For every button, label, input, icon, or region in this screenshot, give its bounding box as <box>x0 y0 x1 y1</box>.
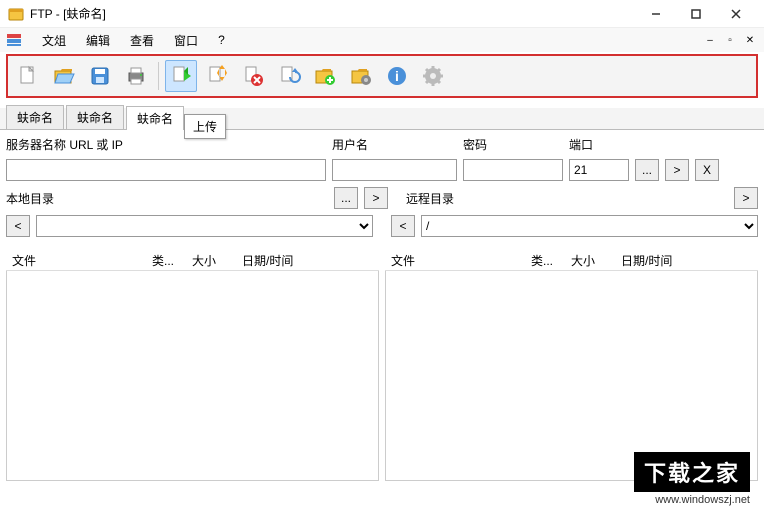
file-lists: 文件 类... 大小 日期/时间 文件 类... 大小 日期/时间 <box>0 249 764 481</box>
toolbar-highlight-box: i <box>6 54 758 98</box>
upload-button[interactable] <box>165 60 197 92</box>
remotedir-label: 远程目录 <box>406 190 728 207</box>
password-label: 密码 <box>463 136 563 153</box>
remote-back-button[interactable]: < <box>391 215 415 237</box>
remotedir-go-button[interactable]: > <box>734 187 758 209</box>
col-date-r[interactable]: 日期/时间 <box>615 252 758 269</box>
col-type-r[interactable]: 类... <box>525 252 565 269</box>
app-icon <box>8 6 24 22</box>
localdir-label: 本地目录 <box>6 190 328 207</box>
save-button[interactable] <box>84 60 116 92</box>
localdir-go-button[interactable]: > <box>364 187 388 209</box>
print-button[interactable] <box>120 60 152 92</box>
remote-pane: 文件 类... 大小 日期/时间 <box>385 249 758 481</box>
browse-button[interactable]: ... <box>635 159 659 181</box>
window-title: FTP - [蚨命名] <box>30 5 636 22</box>
new-folder-button[interactable] <box>309 60 341 92</box>
col-size-r[interactable]: 大小 <box>565 252 615 269</box>
info-button[interactable]: i <box>381 60 413 92</box>
settings-button[interactable] <box>417 60 449 92</box>
col-date[interactable]: 日期/时间 <box>236 252 379 269</box>
close-button[interactable] <box>716 2 756 26</box>
server-input[interactable] <box>6 159 326 181</box>
watermark-url: www.windowszj.net <box>634 494 750 506</box>
remotedir-select[interactable]: / <box>421 215 758 237</box>
folder-settings-button[interactable] <box>345 60 377 92</box>
download-button[interactable] <box>201 60 233 92</box>
col-file[interactable]: 文件 <box>6 252 146 269</box>
new-file-button[interactable] <box>12 60 44 92</box>
port-label: 端口 <box>569 136 619 153</box>
localdir-select[interactable] <box>36 215 373 237</box>
watermark: 下载之家 www.windowszj.net <box>634 452 750 506</box>
disconnect-button[interactable]: X <box>695 159 719 181</box>
menu-icon <box>6 32 22 48</box>
local-list-body[interactable] <box>6 271 379 481</box>
remote-list-body[interactable] <box>385 271 758 481</box>
col-type[interactable]: 类... <box>146 252 186 269</box>
svg-text:i: i <box>395 68 399 84</box>
open-folder-button[interactable] <box>48 60 80 92</box>
watermark-cn: 下载之家 <box>634 452 750 492</box>
mdi-minimize-icon[interactable]: – <box>702 33 718 47</box>
menu-edit[interactable]: 编辑 <box>76 30 120 51</box>
password-input[interactable] <box>463 159 563 181</box>
tab-1[interactable]: 蚨命名 <box>66 105 124 129</box>
local-list-header: 文件 类... 大小 日期/时间 <box>6 249 379 271</box>
localdir-browse-button[interactable]: ... <box>334 187 358 209</box>
menu-bar: 文俎 编辑 查看 窗口 ? – ▫ ✕ <box>0 28 764 52</box>
document-tabs: 蚨命名 蚨命名 蚨命名 <box>0 108 764 130</box>
tab-0[interactable]: 蚨命名 <box>6 105 64 129</box>
server-label: 服务器名称 URL 或 IP <box>6 136 326 153</box>
refresh-button[interactable] <box>273 60 305 92</box>
user-label: 用户名 <box>332 136 457 153</box>
mdi-close-icon[interactable]: ✕ <box>742 33 758 47</box>
local-pane: 文件 类... 大小 日期/时间 <box>6 249 379 481</box>
maximize-button[interactable] <box>676 2 716 26</box>
connection-panel: 服务器名称 URL 或 IP 用户名 密码 端口 ... > X 本地目录 ..… <box>0 130 764 249</box>
menu-window[interactable]: 窗口 <box>164 30 208 51</box>
delete-button[interactable] <box>237 60 269 92</box>
toolbar-separator <box>158 62 159 90</box>
menu-help[interactable]: ? <box>208 31 235 49</box>
tab-2[interactable]: 蚨命名 <box>126 106 184 130</box>
local-back-button[interactable]: < <box>6 215 30 237</box>
menu-view[interactable]: 查看 <box>120 30 164 51</box>
minimize-button[interactable] <box>636 2 676 26</box>
title-bar: FTP - [蚨命名] <box>0 0 764 28</box>
upload-tooltip: 上传 <box>184 114 226 139</box>
col-size[interactable]: 大小 <box>186 252 236 269</box>
connect-button[interactable]: > <box>665 159 689 181</box>
menu-file[interactable]: 文俎 <box>32 30 76 51</box>
col-file-r[interactable]: 文件 <box>385 252 525 269</box>
toolbar: i <box>10 58 754 94</box>
mdi-restore-icon[interactable]: ▫ <box>722 33 738 47</box>
remote-list-header: 文件 类... 大小 日期/时间 <box>385 249 758 271</box>
user-input[interactable] <box>332 159 457 181</box>
port-input[interactable] <box>569 159 629 181</box>
